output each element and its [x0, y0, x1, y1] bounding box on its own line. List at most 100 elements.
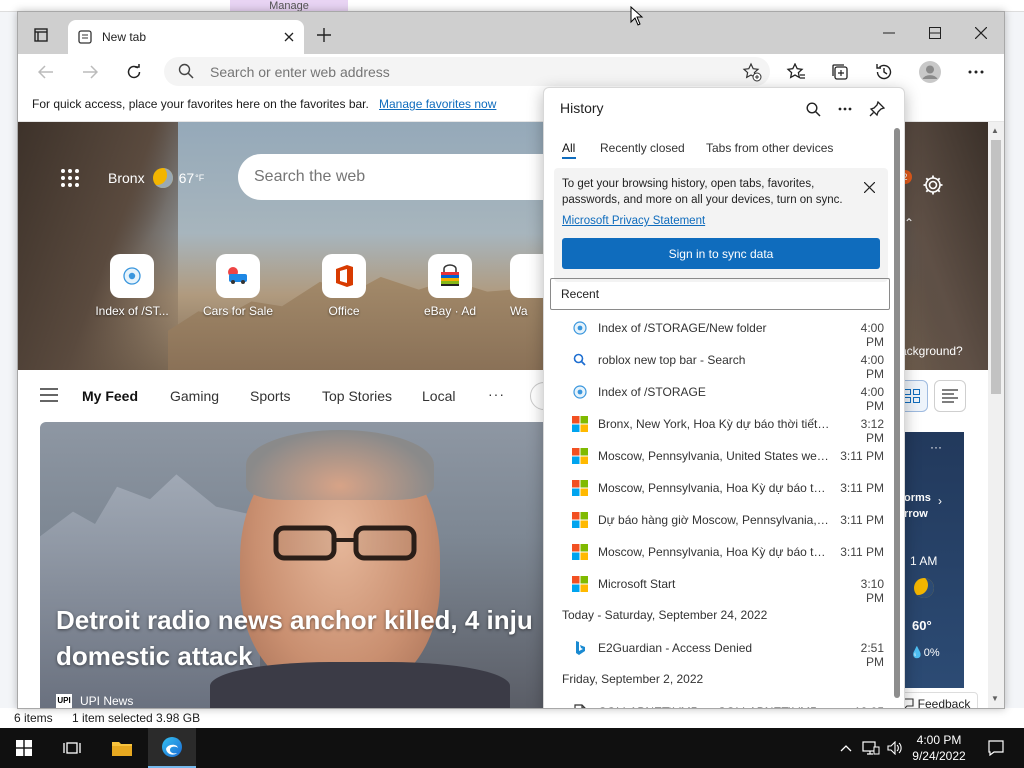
app-launcher-button[interactable] [58, 166, 82, 190]
history-scrollbar[interactable] [892, 128, 902, 708]
history-item[interactable]: Moscow, Pennsylvania, United States weat… [544, 440, 894, 472]
history-search-button[interactable] [802, 98, 824, 120]
history-item[interactable]: roblox new top bar - Search 4:00 PM [544, 344, 894, 381]
web-search-box[interactable] [238, 154, 578, 200]
history-tab-all[interactable]: All [562, 141, 577, 159]
history-item[interactable]: Index of /STORAGE 4:00 PM [544, 376, 894, 413]
quicklink-ebay[interactable]: eBay · Ad [404, 254, 496, 318]
weather-forecast-card[interactable]: ··· orms rrow › 1 AM 60° 💧0% [904, 432, 964, 688]
sign-in-sync-button[interactable]: Sign in to sync data [562, 238, 880, 269]
history-pin-button[interactable] [866, 98, 888, 120]
start-button[interactable] [0, 728, 48, 768]
show-hidden-icons-button[interactable] [836, 728, 856, 768]
history-tab-other-devices[interactable]: Tabs from other devices [706, 141, 833, 155]
tab-new-tab[interactable]: New tab [68, 20, 304, 54]
history-item-time: 12:05 PM [840, 705, 884, 708]
feed-more-button[interactable]: ··· [488, 386, 505, 402]
weather-card-precip: 💧0% [910, 647, 940, 659]
history-button[interactable] [870, 58, 898, 86]
pin-icon [869, 101, 885, 117]
web-search-input[interactable] [254, 166, 554, 188]
new-tab-button[interactable] [313, 24, 335, 46]
feed-tab-sports[interactable]: Sports [250, 388, 290, 404]
minimize-button-2[interactable] [866, 12, 912, 54]
history-item[interactable]: E2Guardian - Access Denied 2:51 PM [544, 632, 894, 669]
network-tray-button[interactable] [860, 728, 882, 768]
history-item[interactable]: Bronx, New York, Hoa Kỳ dự báo thời tiết… [544, 408, 894, 445]
close-window-button[interactable] [958, 12, 1004, 54]
file-explorer-taskbar-button[interactable] [98, 728, 146, 768]
recent-section-header[interactable]: Recent [550, 278, 890, 310]
privacy-statement-link[interactable]: Microsoft Privacy Statement [562, 215, 705, 227]
collections-button[interactable] [826, 58, 854, 86]
history-more-button[interactable] [834, 98, 856, 120]
more-icon [838, 107, 852, 111]
sync-dismiss-button[interactable] [860, 178, 878, 196]
history-tab-recently-closed[interactable]: Recently closed [600, 141, 685, 155]
background-info-link[interactable]: ackground? [900, 344, 963, 358]
upi-logo-icon: UPI [56, 694, 72, 708]
status-selected: 1 item selected 3.98 GB [72, 711, 201, 725]
history-item[interactable]: Index of /STORAGE/New folder 4:00 PM [544, 312, 894, 349]
feed-tab-my-feed[interactable]: My Feed [82, 388, 138, 404]
list-view-button[interactable] [934, 380, 966, 412]
history-item-time: 3:11 PM [840, 545, 884, 559]
page-settings-button[interactable] [922, 174, 944, 199]
history-item[interactable]: Moscow, Pennsylvania, Hoa Kỳ dự báo thời… [544, 472, 894, 504]
history-item-title: COLLABNET\VM5 on COLLABNET\VM5 [598, 705, 832, 708]
headline-story-card[interactable]: Detroit radio news anchor killed, 4 inju… [40, 422, 560, 708]
page-scroll-thumb[interactable] [991, 140, 1001, 394]
forward-button[interactable] [76, 58, 104, 86]
refresh-button[interactable] [120, 58, 148, 86]
manage-favorites-link[interactable]: Manage favorites now [379, 97, 496, 111]
hamburger-menu-icon[interactable] [40, 388, 58, 402]
weather-location: Bronx [108, 170, 145, 186]
page-scrollbar[interactable]: ▲ ▼ [988, 122, 1004, 708]
quicklink-index-storage[interactable]: Index of /ST... [86, 254, 178, 318]
back-button[interactable] [32, 58, 60, 86]
action-center-button[interactable] [976, 728, 1016, 768]
moon-icon [914, 578, 934, 598]
history-item-time: 3:11 PM [840, 449, 884, 463]
history-scroll-thumb[interactable] [894, 128, 900, 698]
settings-more-button[interactable] [962, 58, 990, 86]
msn-icon [572, 448, 588, 464]
weather-card-more-button[interactable]: ··· [930, 440, 942, 454]
quicklink-cars-for-sale[interactable]: Cars for Sale [192, 254, 284, 318]
grid-view-icon [904, 389, 920, 403]
profile-button[interactable] [916, 58, 944, 86]
msn-icon [572, 512, 588, 528]
history-item[interactable]: Microsoft Start 3:10 PM [544, 568, 894, 605]
feedback-button[interactable]: Feedback [894, 692, 978, 708]
msn-icon [572, 416, 588, 432]
office-icon [336, 265, 353, 287]
system-clock[interactable]: 4:00 PM 9/24/2022 [908, 732, 970, 764]
edge-taskbar-button[interactable] [148, 728, 196, 768]
favorites-button[interactable] [782, 58, 810, 86]
history-item[interactable]: Moscow, Pennsylvania, Hoa Kỳ dự báo thời… [544, 536, 894, 568]
volume-tray-button[interactable] [884, 728, 906, 768]
history-title: History [560, 100, 604, 116]
chevron-right-icon[interactable]: › [938, 494, 942, 508]
address-input[interactable] [210, 61, 730, 82]
chevron-up-icon[interactable]: ⌃ [904, 216, 914, 230]
tab-close-button[interactable] [280, 28, 298, 46]
close-icon [284, 32, 294, 42]
task-view-button[interactable] [48, 728, 96, 768]
feed-tab-local[interactable]: Local [422, 388, 455, 404]
address-bar[interactable] [164, 57, 770, 86]
scroll-down-arrow-icon[interactable]: ▼ [991, 694, 999, 703]
scroll-up-arrow-icon[interactable]: ▲ [991, 126, 999, 135]
feed-tab-gaming[interactable]: Gaming [170, 388, 219, 404]
feed-tab-top-stories[interactable]: Top Stories [322, 388, 392, 404]
add-favorite-icon[interactable] [742, 62, 762, 82]
hero-rock-left [18, 122, 178, 370]
history-item[interactable]: Dự báo hàng giờ Moscow, Pennsylvania, H.… [544, 504, 894, 536]
tab-actions-button[interactable] [30, 24, 52, 46]
edge-icon [162, 737, 182, 757]
quicklink-office[interactable]: Office [298, 254, 390, 318]
story-headline: Detroit radio news anchor killed, 4 inju… [56, 602, 560, 674]
weather-widget[interactable]: Bronx 67 °F [108, 166, 204, 190]
history-item[interactable]: COLLABNET\VM5 on COLLABNET\VM5 12:05 PM [544, 696, 894, 708]
maximize-button[interactable] [912, 12, 958, 54]
